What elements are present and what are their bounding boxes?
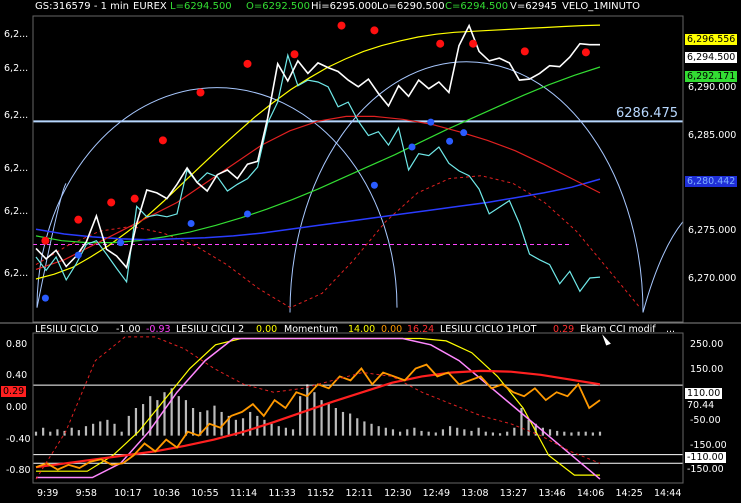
time-axis-tick: 11:52	[306, 488, 335, 499]
blue-signal-dot	[370, 181, 378, 189]
blue-signal-dot	[460, 129, 468, 137]
oscillator-left-tick: -0.80	[6, 465, 31, 477]
blue-signal-dot	[41, 294, 49, 302]
time-axis-tick: 10:55	[191, 488, 219, 499]
blue-signal-dot	[187, 220, 195, 228]
oscillator-tag: 110.00	[685, 388, 723, 399]
left-price-axis-tick: 6,2...	[4, 163, 29, 174]
red-signal-dot	[469, 39, 478, 48]
momentum-value: 14.00	[348, 324, 376, 335]
lesilu-value-2: -0.93	[146, 324, 171, 335]
time-axis-tick: 12:11	[345, 488, 373, 499]
red-signal-dot	[243, 59, 252, 68]
cicli2-value: 0.00	[256, 324, 278, 335]
symbol-label: GS:316579 - 1 min	[35, 1, 130, 12]
time-axis-tick: 9:39	[37, 488, 59, 499]
red-signal-dot	[41, 236, 50, 245]
blue-signal-dot	[427, 118, 435, 126]
price-axis-tick: 6,275.000	[688, 225, 737, 237]
lo-value: Lo=6290.500	[377, 1, 445, 12]
exchange-label: EUREX	[133, 1, 167, 12]
blue-signal-dot	[244, 210, 251, 218]
red-signal-dot	[370, 26, 379, 35]
oscillator-right-tick: 150.00	[690, 364, 724, 376]
oscillator-right-tick: -150.00	[690, 439, 727, 451]
red-signal-dot	[196, 88, 205, 97]
lesilu-label: LESILU CICLO	[35, 324, 99, 335]
red-signal-dot	[337, 21, 346, 30]
time-axis-tick: 13:27	[499, 488, 528, 499]
red-signal-dot	[436, 39, 445, 48]
left-price-axis-tick: 6,2...	[4, 268, 29, 280]
oscillator-left-tick: 0.00	[6, 402, 28, 413]
time-axis-tick: 13:08	[461, 488, 489, 499]
red-signal-dot	[520, 47, 529, 56]
time-axis-tick: 9:58	[75, 488, 97, 499]
time-axis-tick: 13:46	[538, 488, 566, 499]
time-axis-tick: 11:14	[229, 488, 258, 499]
time-axis-tick: 12:49	[422, 488, 451, 499]
time-axis-tick: 12:30	[384, 488, 412, 499]
oscillator-left-tick: 0.80	[6, 338, 28, 350]
trading-chart[interactable]	[0, 0, 741, 503]
price-tag: 6,280.442	[685, 176, 738, 187]
left-price-axis-tick: 6,2...	[4, 206, 29, 218]
oscillator-tag: -110.00	[685, 452, 726, 463]
oscillator-left-tag: 0.29	[1, 386, 27, 397]
time-axis-tick: 11:33	[268, 488, 296, 499]
cicli2-label: LESILU CICLI 2	[176, 324, 245, 335]
price-tag: 6,294.500	[685, 52, 738, 63]
price-axis-tick: 6,285.000	[688, 129, 737, 141]
time-axis-tick: 10:36	[152, 488, 181, 499]
left-price-axis-tick: 6,2...	[4, 29, 29, 41]
momentum-label: Momentum	[284, 324, 339, 335]
oscillator-right-tick: 250.00	[690, 338, 724, 350]
momentum-value-2: 0.00	[381, 324, 403, 335]
time-axis-tick: 14:06	[576, 488, 605, 499]
blue-signal-dot	[117, 239, 125, 247]
left-price-axis-tick: 6,2...	[4, 62, 29, 74]
time-axis-tick: 14:25	[615, 488, 643, 499]
low-value: L=6294.500	[170, 1, 232, 12]
price-axis-tick: 6,270.000	[688, 272, 737, 284]
red-signal-dot	[290, 50, 299, 59]
red-signal-dot	[581, 48, 590, 57]
open-value: O=6292.500	[246, 1, 310, 12]
blue-signal-dot	[408, 143, 416, 151]
time-axis-tick: 14:44	[654, 488, 682, 499]
price-tag: 6,292.171	[685, 71, 738, 82]
red-signal-dot	[158, 136, 167, 145]
oscillator-tag: -150.00	[685, 464, 726, 475]
red-signal-dot	[130, 194, 139, 203]
volume-value: V=62945	[510, 1, 558, 12]
plot-value: 0.29	[553, 324, 575, 335]
oscillator-tag: 70.44	[685, 400, 717, 411]
cci-label: Ekam CCI modif	[580, 324, 656, 335]
red-signal-dot	[107, 198, 116, 207]
red-signal-dot	[74, 215, 83, 224]
high-value: Hi=6295.000	[311, 1, 378, 12]
lesilu-value: -1.00	[116, 324, 141, 335]
oscillator-left-tick: 0.40	[6, 370, 28, 382]
plot-label: LESILU CICLO 1PLOT	[440, 324, 537, 335]
momentum-value-3: 16.24	[407, 324, 435, 335]
velo-label: VELO_1MINUTO	[562, 1, 640, 12]
oscillator-right-tick: -50.00	[690, 414, 721, 426]
more-label: ...	[666, 324, 676, 335]
time-axis-tick: 10:17	[114, 488, 142, 499]
blue-signal-dot	[74, 251, 82, 259]
left-price-axis-tick: 6,2...	[4, 110, 29, 122]
blue-signal-dot	[446, 137, 454, 145]
level-line-label: 6286.475	[616, 106, 679, 122]
price-axis-tick: 6,290.000	[688, 81, 737, 93]
oscillator-left-tick: -0.40	[6, 433, 31, 445]
price-tag: 6,296.556	[685, 34, 738, 45]
close-value: C=6294.500	[445, 1, 509, 12]
